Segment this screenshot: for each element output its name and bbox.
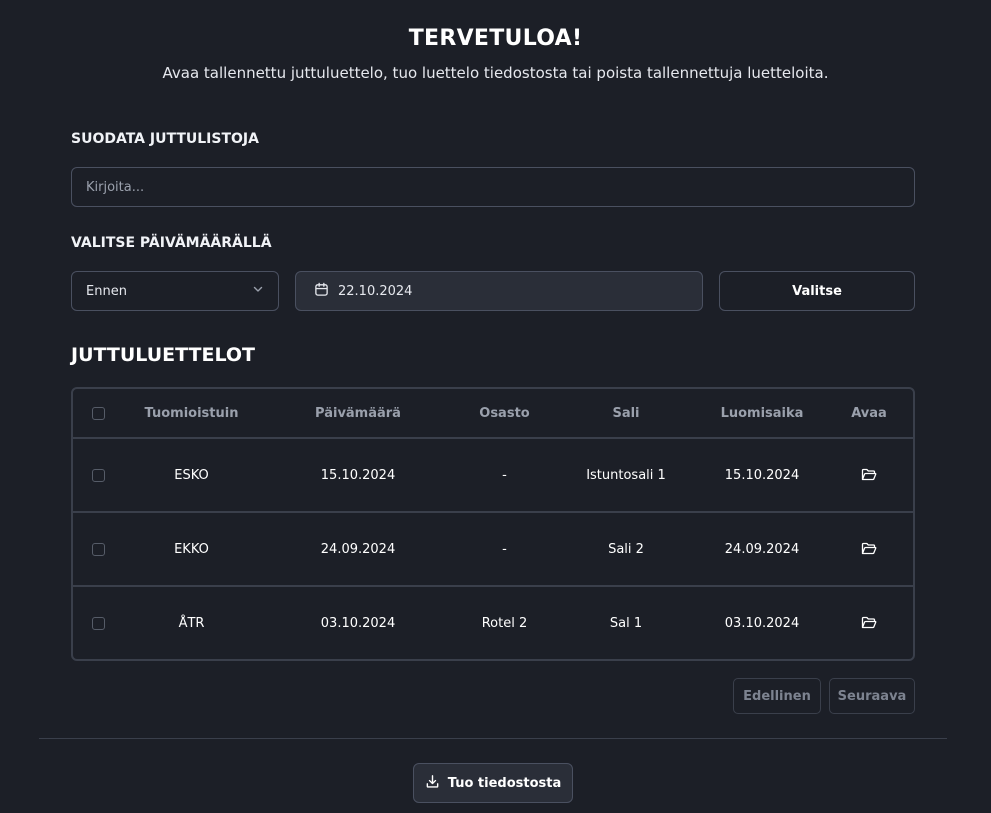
- row-checkbox[interactable]: [91, 616, 105, 630]
- room-cell: Sali 2: [608, 541, 644, 557]
- column-header-room[interactable]: Sali: [553, 406, 699, 421]
- date-cell: 03.10.2024: [320, 615, 396, 631]
- page-subtitle: Avaa tallennettu juttuluettelo, tuo luet…: [162, 64, 829, 82]
- chevron-down-icon: [252, 283, 264, 299]
- page-title: TERVETULOA!: [408, 26, 583, 51]
- date-value: 22.10.2024: [338, 283, 413, 299]
- department-cell: -: [502, 467, 507, 483]
- column-header-department[interactable]: Osasto: [456, 406, 553, 421]
- table-header-row: Tuomioistuin Päivämäärä Osasto Sali Luom…: [73, 389, 913, 439]
- table-row[interactable]: ESKO 15.10.2024 - Istuntosali 1 15.10.20…: [73, 439, 913, 513]
- open-folder-icon[interactable]: [825, 616, 913, 630]
- divider: [39, 738, 947, 739]
- column-header-court[interactable]: Tuomioistuin: [123, 406, 260, 421]
- column-header-date[interactable]: Päivämäärä: [260, 406, 456, 421]
- court-cell: ESKO: [174, 467, 209, 483]
- filter-input[interactable]: [71, 167, 915, 207]
- previous-page-button[interactable]: Edellinen: [733, 678, 821, 714]
- table-row[interactable]: EKKO 24.09.2024 - Sali 2 24.09.2024: [73, 513, 913, 587]
- row-select-cell: [73, 468, 123, 482]
- date-cell: 24.09.2024: [320, 541, 396, 557]
- row-select-cell: [73, 616, 123, 630]
- filter-label: SUODATA JUTTULISTOJA: [71, 131, 259, 147]
- row-select-cell: [73, 542, 123, 556]
- room-cell: Sal 1: [609, 615, 643, 631]
- column-header-created[interactable]: Luomisaika: [699, 406, 825, 421]
- import-button-label: Tuo tiedostosta: [447, 775, 562, 791]
- open-folder-icon[interactable]: [825, 468, 913, 482]
- next-page-button[interactable]: Seuraava: [829, 678, 915, 714]
- select-all-checkbox[interactable]: [91, 406, 105, 420]
- open-folder-icon[interactable]: [825, 542, 913, 556]
- select-date-button[interactable]: Valitse: [719, 271, 915, 311]
- import-from-file-button[interactable]: Tuo tiedostosta: [413, 763, 573, 803]
- created-cell: 03.10.2024: [724, 615, 800, 631]
- department-cell: Rotel 2: [481, 615, 528, 631]
- date-mode-select[interactable]: Ennen: [71, 271, 279, 311]
- date-mode-value: Ennen: [86, 283, 127, 299]
- calendar-icon: [314, 282, 329, 301]
- department-cell: -: [502, 541, 507, 557]
- select-all-cell: [73, 406, 123, 420]
- date-cell: 15.10.2024: [320, 467, 396, 483]
- lists-title: JUTTULUETTELOT: [71, 344, 255, 366]
- lists-table: Tuomioistuin Päivämäärä Osasto Sali Luom…: [71, 387, 915, 661]
- court-cell: EKKO: [174, 541, 209, 557]
- date-select-label: VALITSE PÄIVÄMÄÄRÄLLÄ: [71, 235, 272, 251]
- created-cell: 24.09.2024: [724, 541, 800, 557]
- court-cell: ÅTR: [178, 615, 205, 631]
- created-cell: 15.10.2024: [724, 467, 800, 483]
- download-icon: [425, 774, 440, 793]
- table-row[interactable]: ÅTR 03.10.2024 Rotel 2 Sal 1 03.10.2024: [73, 587, 913, 659]
- row-checkbox[interactable]: [91, 468, 105, 482]
- row-checkbox[interactable]: [91, 542, 105, 556]
- column-header-open: Avaa: [851, 405, 887, 421]
- room-cell: Istuntosali 1: [586, 467, 666, 483]
- date-picker-field[interactable]: 22.10.2024: [295, 271, 703, 311]
